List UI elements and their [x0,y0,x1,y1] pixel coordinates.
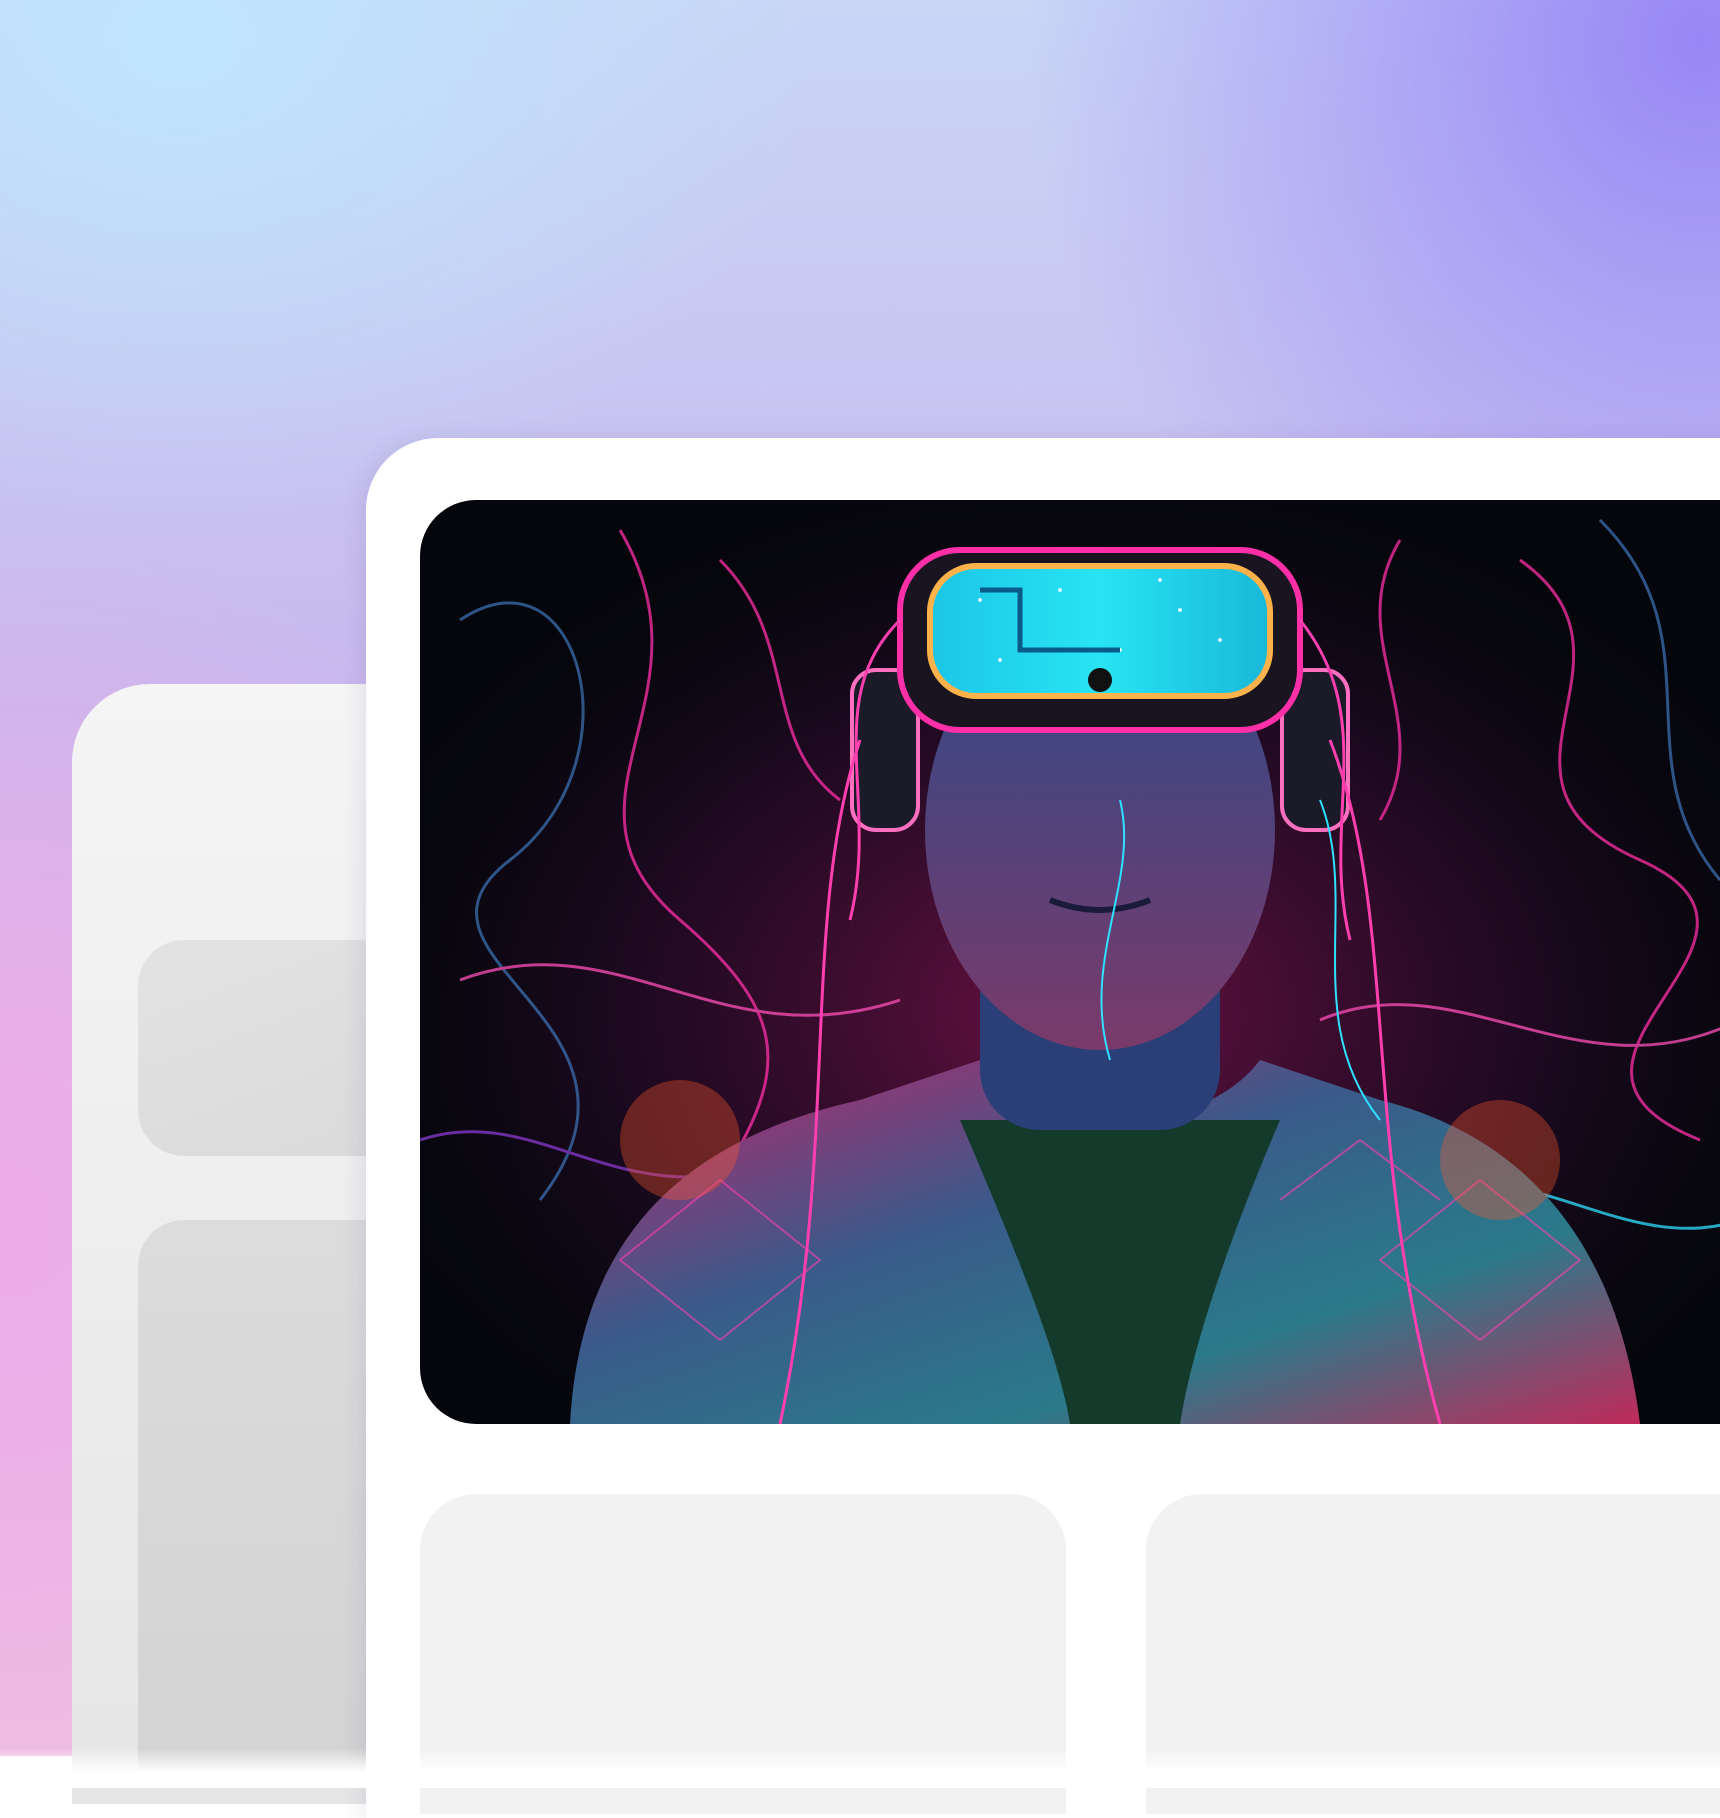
bottom-fade [0,1748,1720,1788]
hero-illustration [420,500,1720,1424]
vr-headset-neon-portrait-image[interactable] [420,500,1720,1424]
